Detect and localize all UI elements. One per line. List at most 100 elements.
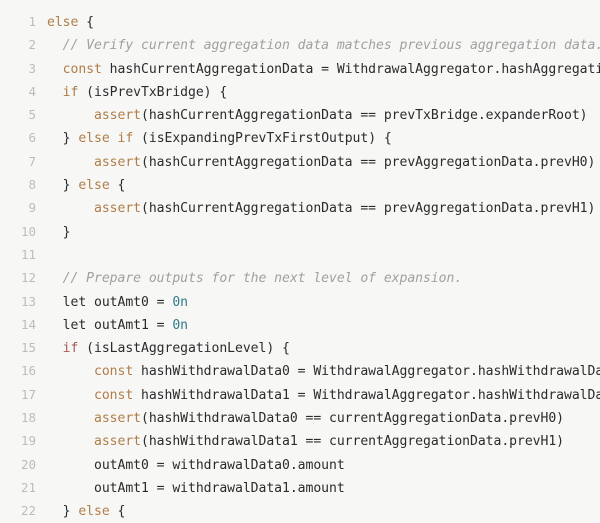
code-token: { — [109, 504, 126, 520]
code-token: { — [78, 15, 95, 30]
line-number: 13 — [20, 293, 36, 309]
line-number: 12 — [20, 270, 36, 286]
code-line: 18 assert(hashWithdrawalData0 == current… — [0, 406, 600, 429]
code-line: 13 let outAmt0 = 0n — [0, 290, 600, 313]
code-line: 15 if (isLastAggregationLevel) { — [0, 336, 600, 359]
code-token: // Prepare outputs for the next level of… — [62, 271, 463, 287]
code-line: 21 outAmt1 = withdrawalData1.amount — [0, 476, 600, 499]
code-token: hashCurrentAggregationData = WithdrawalA… — [101, 61, 600, 77]
code-token: outAmt1 = withdrawalData1.amount — [47, 480, 345, 496]
code-token: (isPrevTxBridge) { — [78, 84, 228, 100]
line-number: 3 — [28, 60, 36, 76]
code-token: else — [47, 15, 79, 30]
line-number: 21 — [20, 479, 36, 495]
code-token: } — [47, 131, 79, 147]
code-line-text: // Prepare outputs for the next level of… — [47, 267, 600, 290]
code-line: 9 assert(hashCurrentAggregationData == p… — [0, 196, 600, 219]
code-token: // Verify current aggregation data match… — [62, 38, 600, 54]
code-line: 5 assert(hashCurrentAggregationData == p… — [0, 103, 600, 126]
code-line: 20 outAmt0 = withdrawalData0.amount — [0, 453, 600, 476]
code-token: } — [47, 178, 79, 194]
code-token: (hashWithdrawalData1 == currentAggregati… — [141, 434, 564, 450]
line-number: 17 — [20, 386, 36, 402]
code-token: let outAmt0 = — [47, 294, 173, 310]
code-line: 1 else { — [0, 10, 600, 33]
line-number: 4 — [28, 83, 36, 99]
code-token: (hashCurrentAggregationData == prevAggre… — [141, 154, 596, 170]
code-token: assert — [94, 108, 141, 124]
code-token: else — [78, 131, 110, 147]
code-line: 12 // Prepare outputs for the next level… — [0, 266, 600, 289]
code-line-text: // Verify current aggregation data match… — [47, 34, 600, 57]
code-token: 0n — [172, 294, 189, 310]
code-line: 8 } else { — [0, 173, 600, 196]
line-number: 9 — [28, 200, 36, 216]
code-line: 14 let outAmt1 = 0n — [0, 313, 600, 336]
code-line-text: outAmt1 = withdrawalData1.amount — [47, 477, 600, 500]
code-line-text: assert(hashCurrentAggregationData == pre… — [47, 104, 600, 127]
code-line-text: if (isPrevTxBridge) { — [47, 81, 600, 104]
code-token: (hashCurrentAggregationData == prevAggre… — [141, 201, 596, 217]
code-token: assert — [94, 201, 141, 217]
code-line: 2 // Verify current aggregation data mat… — [0, 33, 600, 56]
code-token: hashWithdrawalData0 = WithdrawalAggregat… — [133, 364, 600, 380]
line-number: 1 — [28, 14, 36, 29]
code-line: 17 const hashWithdrawalData1 = Withdrawa… — [0, 383, 600, 406]
code-token: if — [62, 84, 79, 100]
line-number: 7 — [28, 153, 36, 169]
code-token: hashWithdrawalData1 = WithdrawalAggregat… — [133, 387, 600, 403]
code-line: 19 assert(hashWithdrawalData1 == current… — [0, 429, 600, 452]
line-number: 8 — [28, 177, 36, 193]
code-line: 16 const hashWithdrawalData0 = Withdrawa… — [0, 359, 600, 382]
code-token: let outAmt1 = — [47, 317, 173, 333]
code-token: else — [78, 178, 110, 194]
code-token: } — [47, 224, 71, 240]
code-line: 10 } — [0, 220, 600, 243]
code-token: const — [94, 387, 134, 403]
code-token: assert — [94, 434, 141, 450]
code-line: 4 if (isPrevTxBridge) { — [0, 80, 600, 103]
code-line: 7 assert(hashCurrentAggregationData == p… — [0, 150, 600, 173]
code-token: { — [109, 178, 126, 194]
code-token: const — [62, 61, 102, 77]
code-token: else — [78, 504, 110, 520]
line-number: 19 — [20, 433, 36, 449]
code-line-text: const hashWithdrawalData1 = WithdrawalAg… — [47, 384, 600, 407]
code-token: if — [117, 131, 134, 147]
line-number: 22 — [20, 503, 36, 519]
code-token: (isExpandingPrevTxFirstOutput) { — [133, 131, 392, 147]
code-line: 22 } else { — [0, 499, 600, 522]
code-line-text: assert(hashWithdrawalData1 == currentAgg… — [47, 430, 600, 453]
line-number: 14 — [20, 316, 36, 332]
code-token: (hashWithdrawalData0 == currentAggregati… — [141, 411, 564, 427]
code-line: 3 const hashCurrentAggregationData = Wit… — [0, 57, 600, 80]
line-number: 16 — [20, 363, 36, 379]
line-number: 10 — [20, 223, 36, 239]
line-number: 11 — [20, 246, 36, 262]
code-line-text: const hashWithdrawalData0 = WithdrawalAg… — [47, 360, 600, 383]
code-lines-container: 1 else {2 // Verify current aggregation d… — [0, 0, 600, 523]
code-line-text: assert(hashWithdrawalData0 == currentAgg… — [47, 407, 600, 430]
code-block[interactable]: 1 else {2 // Verify current aggregation d… — [0, 0, 600, 523]
code-token: } — [47, 504, 79, 520]
code-token: 0n — [172, 317, 189, 333]
line-number: 20 — [20, 456, 36, 472]
code-line-text: outAmt0 = withdrawalData0.amount — [47, 454, 600, 477]
code-line-text: if (isLastAggregationLevel) { — [47, 337, 600, 360]
code-token: if — [62, 341, 79, 357]
code-line: 6 } else if (isExpandingPrevTxFirstOutpu… — [0, 126, 600, 149]
code-token: assert — [94, 154, 141, 170]
code-line-text: let outAmt0 = 0n — [47, 291, 600, 314]
